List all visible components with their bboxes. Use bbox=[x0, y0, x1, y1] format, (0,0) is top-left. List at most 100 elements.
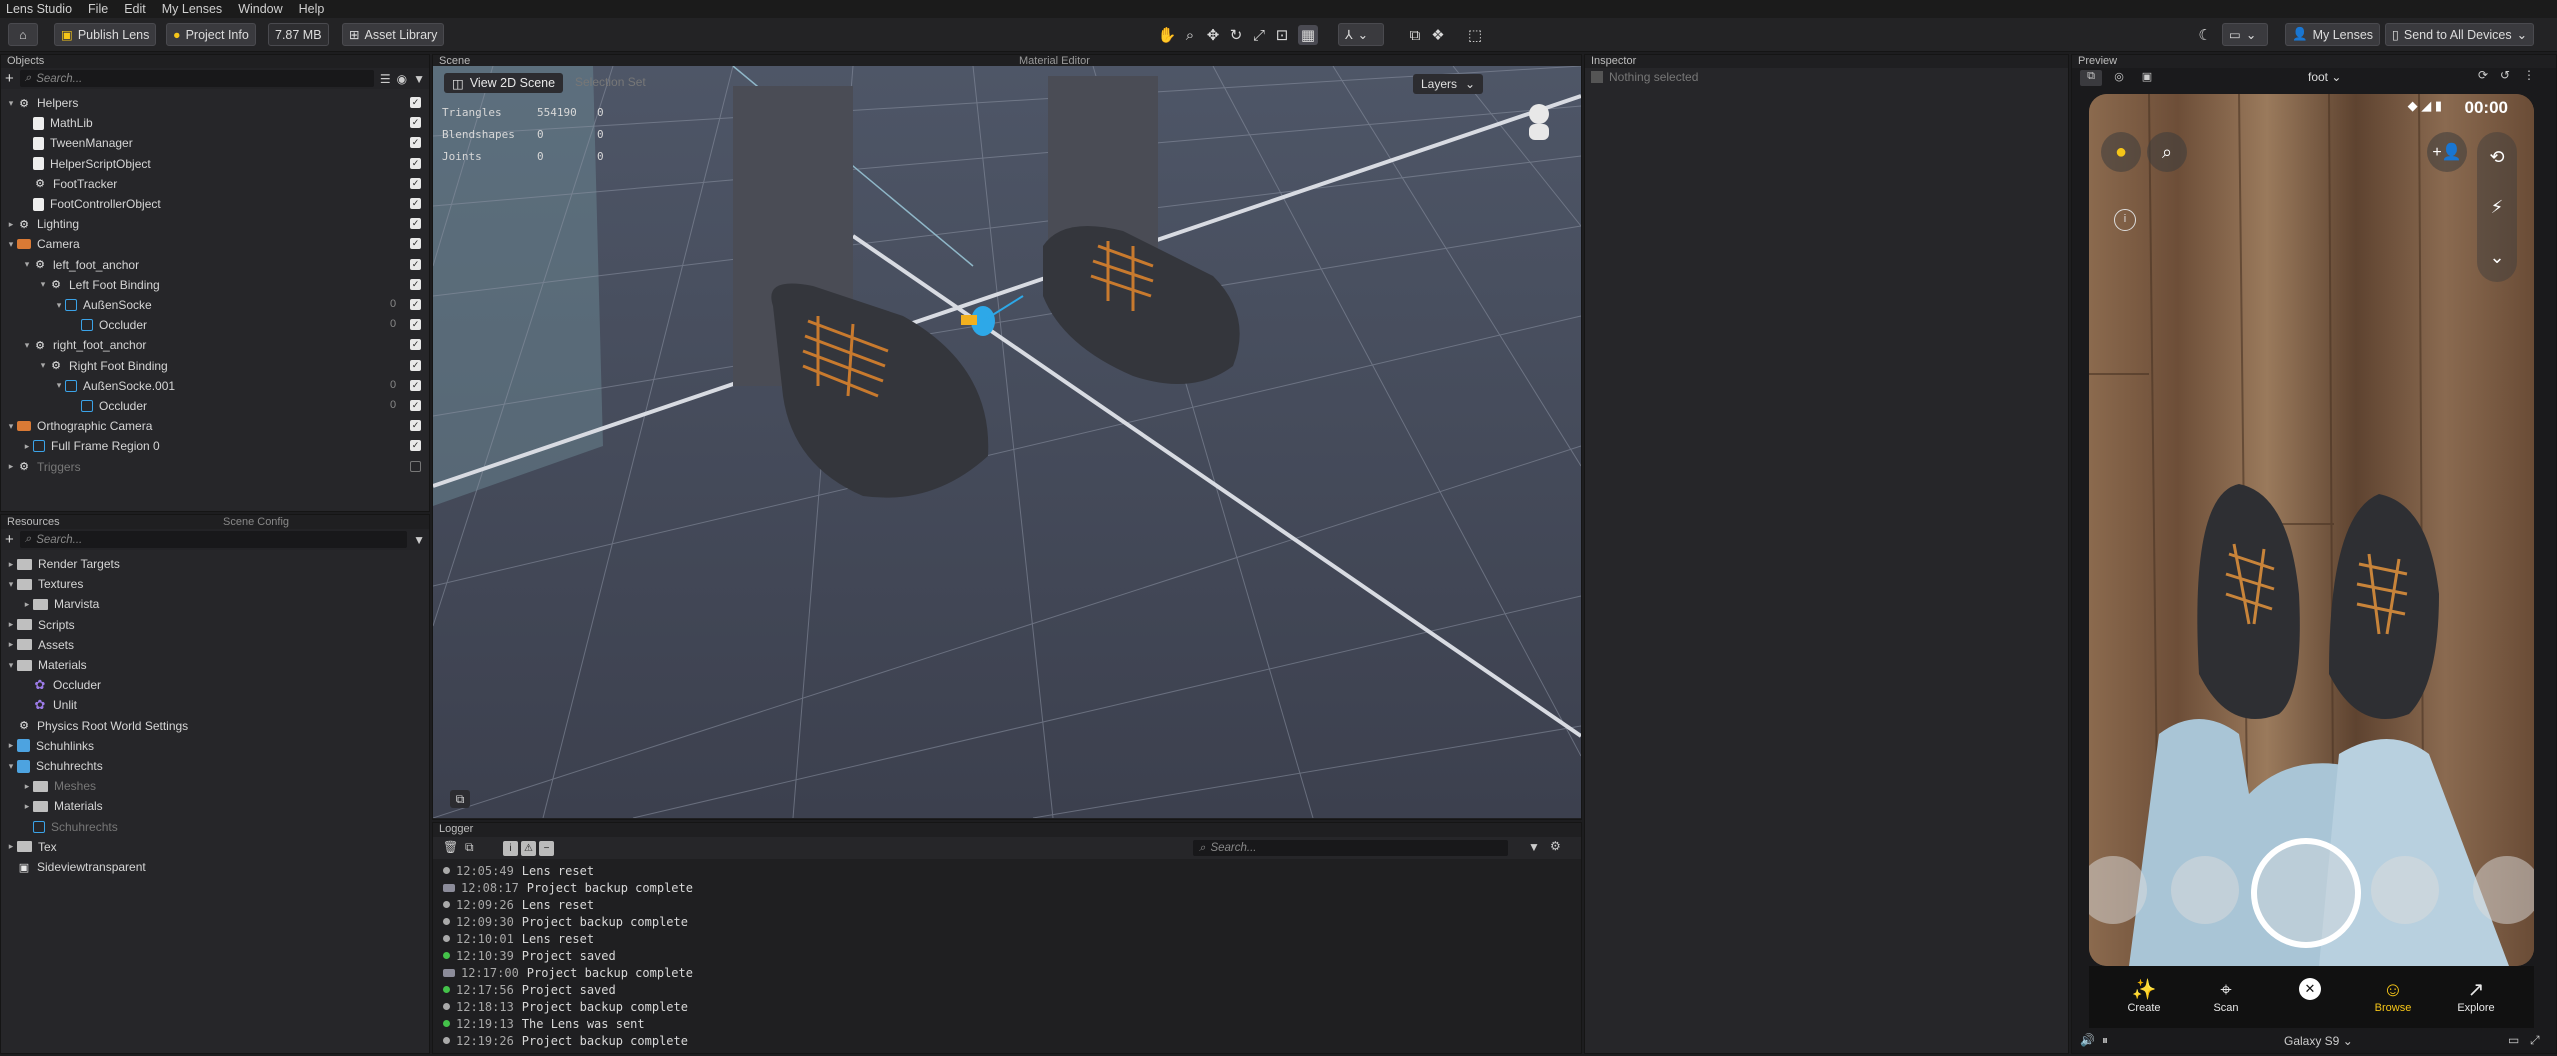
nav-create[interactable]: ✨ Create bbox=[2114, 978, 2174, 1014]
log-line[interactable]: 12:09:30 Project backup complete bbox=[443, 913, 688, 930]
collapsed-arrow-icon[interactable]: ▸ bbox=[5, 461, 17, 472]
visibility-checkbox[interactable]: ✓ bbox=[410, 157, 421, 169]
tab-resources[interactable]: Resources bbox=[1, 515, 60, 529]
log-line[interactable]: 12:10:39 Project saved bbox=[443, 947, 616, 964]
clear-log-icon[interactable]: 🗑 bbox=[443, 840, 458, 854]
resource-tree-item[interactable]: Schuhrechts bbox=[21, 817, 118, 837]
dark-mode-icon[interactable]: ☾ bbox=[2195, 25, 2215, 45]
nav-explore[interactable]: ↗ Explore bbox=[2446, 978, 2506, 1014]
object-tree-item[interactable]: ▾ Orthographic Camera bbox=[5, 416, 153, 436]
object-tree-item[interactable]: ▸ ⚙ Lighting bbox=[5, 214, 79, 234]
resource-tree-item[interactable]: ▸ Scripts bbox=[5, 615, 75, 635]
visibility-icon[interactable]: ◉ bbox=[397, 72, 407, 86]
grid-snap-icon[interactable]: ▦ bbox=[1298, 25, 1318, 45]
menu-file[interactable]: File bbox=[88, 2, 108, 16]
lens-slot-2[interactable] bbox=[2171, 856, 2239, 924]
rotate-tool-icon[interactable]: ↻ bbox=[1226, 25, 1246, 45]
visibility-checkbox[interactable]: ✓ bbox=[410, 319, 421, 331]
object-tree-item[interactable]: ▾ ⚙ Helpers bbox=[5, 93, 79, 113]
log-line[interactable]: 12:09:26 Lens reset bbox=[443, 896, 594, 913]
prefab-icon[interactable]: ❖ bbox=[1428, 25, 1448, 45]
my-lenses-button[interactable]: 👤 My Lenses bbox=[2285, 23, 2381, 46]
info-filter-icon[interactable]: i bbox=[503, 841, 518, 856]
gizmo-dropdown[interactable]: ⅄ ⌄ bbox=[1338, 23, 1384, 46]
copy-log-icon[interactable]: ⧉ bbox=[465, 840, 474, 855]
filter-icon[interactable]: ▼ bbox=[413, 72, 425, 86]
capture-button[interactable] bbox=[2251, 838, 2361, 948]
publish-lens-button[interactable]: ▣ Publish Lens bbox=[54, 23, 157, 46]
log-line[interactable]: 12:17:00 Project backup complete bbox=[443, 964, 693, 981]
preview-mode-dropdown[interactable]: foot ⌄ bbox=[2308, 70, 2341, 84]
menu-help[interactable]: Help bbox=[299, 2, 325, 16]
visibility-checkbox[interactable]: ✓ bbox=[410, 177, 421, 189]
preview-phone-screen[interactable]: 00:00 ◆ ◢ ▮ ● ⌕ +👤 ⟲ ⚡ ⌄ i bbox=[2089, 94, 2534, 966]
more-icon[interactable]: ⋮ bbox=[2523, 68, 2535, 82]
log-line[interactable]: 12:05:49 Lens reset bbox=[443, 862, 594, 879]
visibility-checkbox[interactable]: ✓ bbox=[410, 400, 421, 411]
resource-tree-item[interactable]: ▾ Textures bbox=[5, 574, 84, 594]
menu-window[interactable]: Window bbox=[238, 2, 282, 16]
lens-info-icon[interactable]: i bbox=[2114, 209, 2136, 231]
send-to-devices-button[interactable]: ▯ Send to All Devices ⌄ bbox=[2385, 23, 2535, 46]
visibility-checkbox[interactable]: ✓ bbox=[410, 440, 421, 452]
add-icon[interactable]: + bbox=[5, 70, 14, 87]
collapsed-arrow-icon[interactable]: ▸ bbox=[5, 559, 17, 570]
object-tree-item[interactable]: ▸ Full Frame Region 0 bbox=[21, 436, 160, 456]
scale-tool-icon[interactable]: ⤢ bbox=[1249, 25, 1269, 45]
home-button[interactable]: ⌂ bbox=[8, 23, 38, 46]
expanded-arrow-icon[interactable]: ▾ bbox=[53, 300, 65, 311]
collapsed-arrow-icon[interactable]: ▸ bbox=[5, 639, 17, 650]
resource-tree-item[interactable]: ▸ Marvista bbox=[21, 594, 100, 614]
layers-dropdown[interactable]: Layers ⌄ bbox=[1413, 74, 1484, 94]
visibility-checkbox[interactable]: ✓ bbox=[410, 339, 421, 351]
sync-icon[interactable]: ⟳ bbox=[2478, 68, 2488, 82]
visibility-checkbox[interactable]: ✓ bbox=[410, 258, 421, 270]
resource-tree-item[interactable]: ▸ Tex bbox=[5, 837, 57, 857]
collapsed-arrow-icon[interactable]: ▸ bbox=[5, 740, 17, 751]
expanded-arrow-icon[interactable]: ▾ bbox=[37, 279, 49, 290]
menu-my-lenses[interactable]: My Lenses bbox=[162, 2, 222, 16]
fullscreen-icon[interactable]: ⤢ bbox=[2530, 1033, 2540, 1048]
scene-camera-toggle-icon[interactable]: ⧉ bbox=[450, 790, 470, 808]
expanded-arrow-icon[interactable]: ▾ bbox=[5, 421, 17, 432]
visibility-checkbox[interactable]: ✓ bbox=[410, 198, 421, 209]
object-tree-item[interactable]: ▾ Camera bbox=[5, 234, 80, 254]
resource-tree-item[interactable]: ▸ Schuhlinks bbox=[5, 736, 94, 756]
resource-tree-item[interactable]: ⚙ Physics Root World Settings bbox=[5, 716, 188, 736]
log-line[interactable]: 12:19:13 The Lens was sent bbox=[443, 1015, 645, 1032]
logger-search-input[interactable]: ⌕ Search... bbox=[1193, 840, 1508, 856]
object-tree-item[interactable]: Occluder bbox=[69, 396, 147, 416]
object-tree-item[interactable]: ▾ AußenSocke.001 bbox=[53, 376, 175, 396]
filter-icon[interactable]: ▼ bbox=[1528, 840, 1540, 854]
object-tree-item[interactable]: MathLib bbox=[21, 113, 93, 133]
gear-icon[interactable]: ⚙ bbox=[1550, 839, 1561, 853]
expanded-arrow-icon[interactable]: ▾ bbox=[37, 360, 49, 371]
menu-edit[interactable]: Edit bbox=[124, 2, 146, 16]
preview-media-icon[interactable]: ▣ bbox=[2136, 70, 2158, 86]
resource-tree-item[interactable]: ▾ Schuhrechts bbox=[5, 756, 103, 776]
asset-library-button[interactable]: ⊞ Asset Library bbox=[342, 23, 445, 46]
visibility-checkbox[interactable]: ✓ bbox=[410, 379, 421, 391]
object-tree-item[interactable]: ▾ ⚙ Right Foot Binding bbox=[37, 356, 168, 376]
visibility-checkbox[interactable]: ✓ bbox=[410, 299, 421, 310]
scene-viewport[interactable] bbox=[433, 66, 1581, 818]
visibility-checkbox[interactable]: ✓ bbox=[410, 117, 421, 129]
filter-icon[interactable]: ▼ bbox=[413, 533, 425, 547]
rect-tool-icon[interactable]: ⊡ bbox=[1272, 25, 1292, 45]
visibility-checkbox[interactable]: ✓ bbox=[410, 278, 421, 290]
volume-icon[interactable]: 🔊 bbox=[2080, 1033, 2095, 1047]
object-tree-item[interactable]: ▾ AußenSocke bbox=[53, 295, 152, 315]
log-line[interactable]: 12:17:56 Project saved bbox=[443, 981, 616, 998]
object-tree-item[interactable]: HelperScriptObject bbox=[21, 154, 151, 174]
object-tree-item[interactable]: ▸ ⚙ Triggers bbox=[5, 457, 81, 477]
resource-tree-item[interactable]: ✿ Unlit bbox=[21, 695, 77, 715]
visibility-checkbox[interactable]: ✓ bbox=[410, 218, 421, 230]
collapsed-arrow-icon[interactable]: ▸ bbox=[21, 599, 33, 610]
resources-search-input[interactable]: ⌕ Search... bbox=[19, 531, 408, 548]
object-tree-item[interactable]: FootControllerObject bbox=[21, 194, 161, 214]
nav-scan[interactable]: ⌖ Scan bbox=[2196, 978, 2256, 1014]
expanded-arrow-icon[interactable]: ▾ bbox=[5, 98, 17, 109]
visibility-checkbox[interactable]: ✓ bbox=[410, 238, 421, 250]
resource-tree-item[interactable]: ▸ Assets bbox=[5, 635, 74, 655]
visibility-checkbox[interactable]: ✓ bbox=[410, 420, 421, 432]
